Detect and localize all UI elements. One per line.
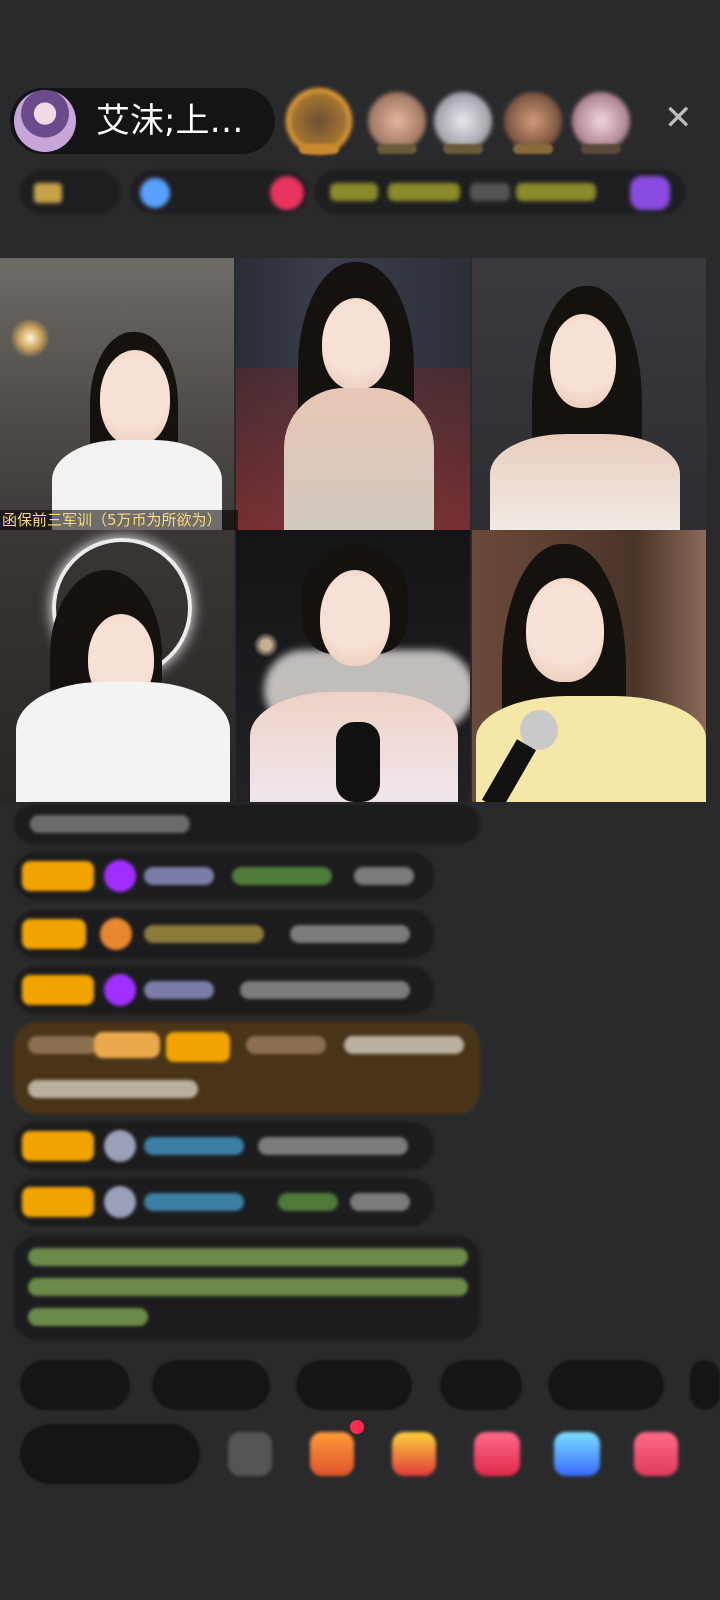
chat-message[interactable] xyxy=(14,1122,434,1170)
viewer-avatar[interactable] xyxy=(572,92,630,150)
video-tile[interactable] xyxy=(236,530,470,802)
viewer-badge xyxy=(377,144,417,154)
video-tile[interactable] xyxy=(472,258,706,530)
viewer-badge xyxy=(581,144,621,154)
gift-box-icon[interactable] xyxy=(392,1432,436,1476)
quick-reply-chip[interactable] xyxy=(440,1360,522,1410)
chat-message[interactable] xyxy=(14,804,480,844)
chat-message[interactable] xyxy=(14,966,434,1014)
viewer-avatar[interactable] xyxy=(504,92,562,150)
notice-tag xyxy=(388,183,460,201)
quick-reply-chip[interactable] xyxy=(296,1360,412,1410)
viewer-avatar[interactable] xyxy=(434,92,492,150)
more-icon[interactable] xyxy=(634,1432,678,1476)
rank-icon xyxy=(34,183,62,203)
video-tile[interactable] xyxy=(0,258,234,530)
quick-reply-chip[interactable] xyxy=(548,1360,664,1410)
close-icon[interactable]: ✕ xyxy=(664,98,693,138)
notice-tag xyxy=(470,183,510,201)
chat-input[interactable] xyxy=(20,1424,200,1484)
lamp-icon xyxy=(10,318,50,358)
gift-icon[interactable] xyxy=(630,176,670,210)
host-avatar[interactable] xyxy=(14,90,76,152)
notice-tag xyxy=(330,183,378,201)
video-tile[interactable] xyxy=(472,530,706,802)
microphone-icon xyxy=(336,722,380,802)
host-info-pill[interactable]: 艾沫;上… xyxy=(10,88,275,154)
chat-message[interactable] xyxy=(14,1178,434,1226)
heart-gift-icon[interactable] xyxy=(474,1432,520,1476)
viewer-avatar[interactable] xyxy=(368,92,426,150)
viewer-badge xyxy=(513,144,553,154)
chat-message-highlight[interactable] xyxy=(14,1022,480,1114)
viewer-badge xyxy=(299,144,339,154)
notice-tag xyxy=(516,183,596,201)
shop-icon[interactable] xyxy=(310,1432,354,1476)
heart-icon[interactable] xyxy=(270,176,304,210)
viewer-avatar[interactable] xyxy=(290,92,348,150)
fans-icon xyxy=(140,178,170,208)
chat-message[interactable] xyxy=(14,910,434,958)
quick-reply-chip[interactable] xyxy=(152,1360,270,1410)
viewer-badge xyxy=(443,144,483,154)
quick-reply-chip[interactable] xyxy=(690,1360,720,1410)
chat-message[interactable] xyxy=(14,852,434,900)
tile-caption: 函保前三军训（5万币为所欲为） xyxy=(0,510,238,530)
system-notice xyxy=(14,1236,480,1340)
emoji-icon[interactable] xyxy=(228,1432,272,1476)
host-name: 艾沫;上… xyxy=(96,101,244,141)
quick-reply-chip[interactable] xyxy=(20,1360,130,1410)
game-icon[interactable] xyxy=(554,1432,600,1476)
video-tile[interactable] xyxy=(0,530,234,802)
video-tile[interactable] xyxy=(236,258,470,530)
notification-dot xyxy=(350,1420,364,1434)
